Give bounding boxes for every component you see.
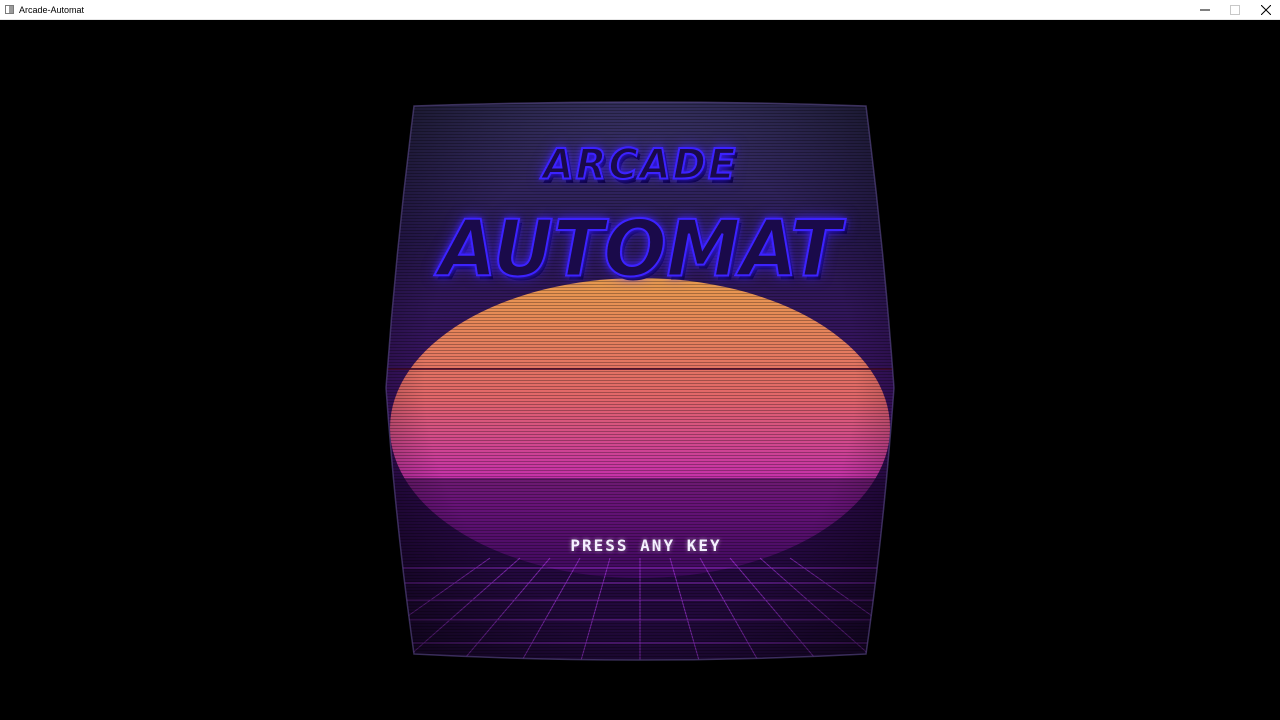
maximize-button[interactable] (1220, 0, 1250, 20)
maximize-icon (1230, 5, 1240, 15)
press-any-key-prompt: PRESS ANY KEY (570, 536, 722, 555)
app-window-icon (5, 5, 14, 14)
close-icon (1261, 5, 1271, 15)
window-titlebar[interactable]: Arcade-Automat (0, 0, 1280, 20)
logo-arcade: ARCADE (542, 140, 738, 190)
logo-automat: AUTOMAT (438, 203, 842, 295)
window-title: Arcade-Automat (19, 5, 85, 15)
close-button[interactable] (1251, 0, 1280, 20)
game-viewport[interactable]: ARCADE AUTOMAT PRESS ANY KEY (0, 20, 1280, 720)
crt-screen: ARCADE AUTOMAT PRESS ANY KEY (384, 98, 896, 664)
minimize-icon (1200, 9, 1210, 11)
minimize-button[interactable] (1190, 0, 1220, 20)
